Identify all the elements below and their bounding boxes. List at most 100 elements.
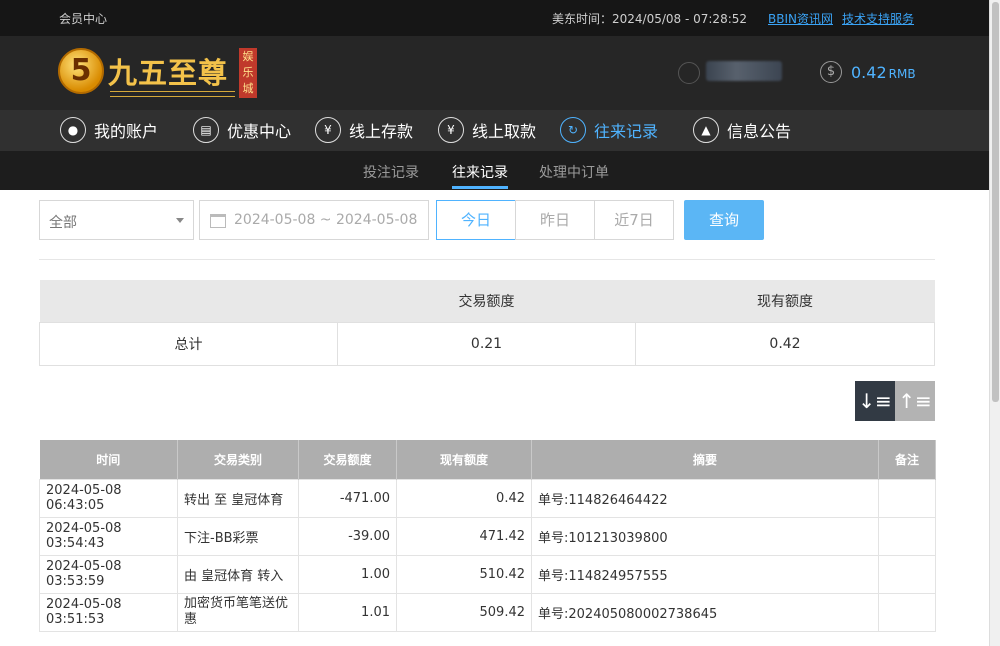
col-amount: 交易额度 bbox=[298, 440, 397, 479]
calendar-icon bbox=[210, 214, 226, 228]
records-icon: ↻ bbox=[560, 117, 586, 143]
user-icon: ● bbox=[60, 117, 86, 143]
username-masked bbox=[706, 61, 782, 81]
cell-balance: 509.42 bbox=[396, 592, 532, 632]
cell-amount: 1.01 bbox=[298, 592, 397, 632]
sort-desc-button[interactable]: ↓≡ bbox=[855, 381, 895, 421]
cell-amount: 1.00 bbox=[298, 554, 397, 594]
nav-withdraw[interactable]: ¥ 线上取款 bbox=[438, 116, 536, 144]
sub-nav: 投注记录 往来记录 处理中订单 bbox=[0, 151, 989, 190]
cell-balance: 0.42 bbox=[396, 478, 532, 518]
records-table: 时间 交易类别 交易额度 现有额度 摘要 备注 2024-05-08 06:43… bbox=[39, 440, 936, 632]
tab-transaction-records[interactable]: 往来记录 bbox=[452, 162, 508, 182]
col-type: 交易类别 bbox=[177, 440, 299, 479]
type-select[interactable]: 全部 bbox=[39, 200, 194, 240]
nav-my-account[interactable]: ● 我的账户 bbox=[60, 116, 158, 144]
query-button[interactable]: 查询 bbox=[684, 200, 764, 240]
eastern-time: 美东时间：2024/05/08 - 07:28:52 bbox=[552, 12, 748, 26]
member-center-label: 会员中心 bbox=[59, 12, 108, 26]
bell-icon: ▲ bbox=[693, 117, 719, 143]
table-row: 2024-05-08 06:43:05 转出 至 皇冠体育 -471.00 0.… bbox=[39, 478, 936, 518]
nav-label: 信息公告 bbox=[727, 122, 792, 141]
cell-remark bbox=[878, 478, 936, 518]
top-bar: 会员中心 美东时间：2024/05/08 - 07:28:52 BBIN资讯网 … bbox=[0, 0, 989, 36]
nav-label: 线上取款 bbox=[472, 122, 537, 141]
summary-header-row: 交易额度 现有额度 bbox=[39, 280, 935, 322]
main-nav: ● 我的账户 ▤ 优惠中心 ¥ 线上存款 ¥ 线上取款 ↻ 往来记录 ▲ 信息公… bbox=[0, 110, 989, 151]
col-time: 时间 bbox=[39, 440, 178, 479]
divider bbox=[39, 259, 935, 260]
table-row: 2024-05-08 03:51:53 加密货币笔笔送优惠 1.01 509.4… bbox=[39, 592, 936, 632]
table-row: 2024-05-08 03:54:43 下注-BB彩票 -39.00 471.4… bbox=[39, 516, 936, 556]
sort-asc-icon: ↑≡ bbox=[898, 389, 932, 413]
yesterday-button[interactable]: 昨日 bbox=[515, 200, 595, 240]
summary-row: 总计 0.21 0.42 bbox=[39, 321, 935, 366]
cell-amount: -39.00 bbox=[298, 516, 397, 556]
currency: RMB bbox=[888, 67, 916, 81]
nav-label: 我的账户 bbox=[94, 122, 159, 141]
cell-summary: 单号:202405080002738645 bbox=[531, 592, 879, 632]
tab-pending-orders[interactable]: 处理中订单 bbox=[539, 162, 609, 182]
table-row: 2024-05-08 03:53:59 由 皇冠体育 转入 1.00 510.4… bbox=[39, 554, 936, 594]
cell-type: 加密货币笔笔送优惠 bbox=[177, 592, 299, 632]
sort-asc-button[interactable]: ↑≡ bbox=[895, 381, 935, 421]
cell-balance: 510.42 bbox=[396, 554, 532, 594]
balance-value: 0.42 bbox=[851, 63, 887, 82]
tab-bet-records[interactable]: 投注记录 bbox=[363, 162, 419, 182]
nav-label: 线上存款 bbox=[349, 122, 414, 141]
nav-announcements[interactable]: ▲ 信息公告 bbox=[693, 116, 791, 144]
sort-desc-icon: ↓≡ bbox=[858, 389, 892, 413]
cell-summary: 单号:101213039800 bbox=[531, 516, 879, 556]
page-scrollbar[interactable] bbox=[989, 0, 1000, 646]
nav-deposit[interactable]: ¥ 线上存款 bbox=[315, 116, 413, 144]
logo[interactable]: 5 九五至尊 娱乐城 bbox=[58, 44, 263, 100]
summary-header: 交易额度 bbox=[337, 280, 636, 322]
col-balance: 现有额度 bbox=[396, 440, 532, 479]
tech-support-link[interactable]: 技术支持服务 bbox=[842, 10, 914, 27]
cell-summary: 单号:114826464422 bbox=[531, 478, 879, 518]
type-select-value: 全部 bbox=[49, 215, 77, 231]
summary-table: 交易额度 现有额度 总计 0.21 0.42 bbox=[39, 280, 935, 366]
cell-type: 由 皇冠体育 转入 bbox=[177, 554, 299, 594]
summary-cell: 总计 bbox=[39, 321, 338, 366]
nav-label: 往来记录 bbox=[594, 122, 659, 141]
bbin-news-link[interactable]: BBIN资讯网 bbox=[768, 10, 833, 27]
summary-cell: 0.21 bbox=[337, 321, 636, 366]
nav-records[interactable]: ↻ 往来记录 bbox=[560, 116, 658, 144]
cell-balance: 471.42 bbox=[396, 516, 532, 556]
cell-type: 转出 至 皇冠体育 bbox=[177, 478, 299, 518]
gift-icon: ▤ bbox=[193, 117, 219, 143]
dollar-icon: $ bbox=[820, 61, 842, 83]
scrollbar-thumb[interactable] bbox=[992, 2, 999, 402]
balance: 0.42 RMB bbox=[851, 63, 916, 82]
logo-text: 九五至尊 bbox=[108, 56, 229, 90]
avatar[interactable] bbox=[678, 62, 700, 84]
deposit-icon: ¥ bbox=[315, 117, 341, 143]
logo-emblem: 5 bbox=[58, 48, 104, 94]
header: 5 九五至尊 娱乐城 $ 0.42 RMB bbox=[0, 36, 989, 110]
nav-promotions[interactable]: ▤ 优惠中心 bbox=[193, 116, 291, 144]
cell-time: 2024-05-08 03:51:53 bbox=[39, 592, 178, 632]
date-range-value: 2024-05-08 ~ 2024-05-08 bbox=[234, 212, 418, 228]
cell-summary: 单号:114824957555 bbox=[531, 554, 879, 594]
cell-time: 2024-05-08 06:43:05 bbox=[39, 478, 178, 518]
summary-cell: 0.42 bbox=[635, 321, 935, 366]
col-remark: 备注 bbox=[878, 440, 936, 479]
summary-header bbox=[39, 280, 338, 322]
last-7-days-button[interactable]: 近7日 bbox=[594, 200, 674, 240]
table-header-row: 时间 交易类别 交易额度 现有额度 摘要 备注 bbox=[39, 440, 936, 479]
chevron-down-icon bbox=[176, 218, 184, 223]
cell-remark bbox=[878, 516, 936, 556]
today-button[interactable]: 今日 bbox=[436, 200, 516, 240]
cell-time: 2024-05-08 03:53:59 bbox=[39, 554, 178, 594]
summary-header: 现有额度 bbox=[635, 280, 935, 322]
logo-ornament bbox=[110, 91, 235, 97]
cell-amount: -471.00 bbox=[298, 478, 397, 518]
cell-time: 2024-05-08 03:54:43 bbox=[39, 516, 178, 556]
cell-type: 下注-BB彩票 bbox=[177, 516, 299, 556]
nav-label: 优惠中心 bbox=[227, 122, 292, 141]
withdraw-icon: ¥ bbox=[438, 117, 464, 143]
date-range-input[interactable]: 2024-05-08 ~ 2024-05-08 bbox=[199, 200, 429, 240]
active-tab-underline bbox=[452, 186, 508, 189]
logo-tag: 娱乐城 bbox=[239, 48, 257, 98]
